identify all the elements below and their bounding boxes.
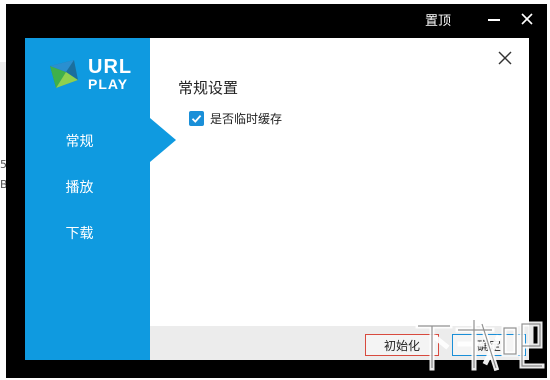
active-nav-pointer — [150, 118, 176, 162]
close-icon — [521, 13, 533, 25]
ok-button[interactable]: 确定 — [452, 334, 526, 356]
settings-sidebar: URL PLAY 常规 播放 下载 — [25, 38, 150, 360]
logo-text-play: PLAY — [88, 76, 129, 92]
dialog-footer: 初始化 确定 — [150, 326, 529, 360]
settings-dialog: URL PLAY 常规 播放 下载 常规设置 是否临时缓存 初始化 确定 — [25, 38, 529, 360]
title-bar: 置顶 — [6, 4, 547, 34]
nav-item-label: 常规 — [65, 134, 94, 150]
urlplay-logo: URL PLAY — [48, 56, 148, 96]
logo-text-url: URL — [88, 56, 133, 78]
nav-item-general[interactable]: 常规 — [25, 126, 150, 156]
window-close-button[interactable] — [516, 7, 538, 31]
nav-item-playback[interactable]: 播放 — [25, 172, 150, 202]
temp-cache-label: 是否临时缓存 — [210, 112, 283, 126]
nav-item-label: 下载 — [65, 226, 94, 242]
play-logo-icon — [50, 60, 78, 88]
minimize-button[interactable] — [484, 7, 504, 31]
player-window: 置顶 URL PLAY 常规 播放 下载 常规设置 是否临时缓存 初始化 确定 — [6, 4, 547, 378]
minimize-icon — [488, 19, 500, 21]
dialog-close-button[interactable] — [493, 46, 517, 70]
nav-item-download[interactable]: 下载 — [25, 218, 150, 248]
section-title: 常规设置 — [178, 79, 239, 97]
checkmark-icon — [191, 115, 202, 123]
pin-on-top-button[interactable]: 置顶 — [418, 7, 458, 31]
reset-button[interactable]: 初始化 — [365, 334, 439, 356]
temp-cache-option[interactable]: 是否临时缓存 — [189, 110, 282, 127]
nav-item-label: 播放 — [65, 180, 94, 196]
temp-cache-checkbox[interactable] — [189, 111, 204, 126]
close-icon — [498, 51, 512, 65]
